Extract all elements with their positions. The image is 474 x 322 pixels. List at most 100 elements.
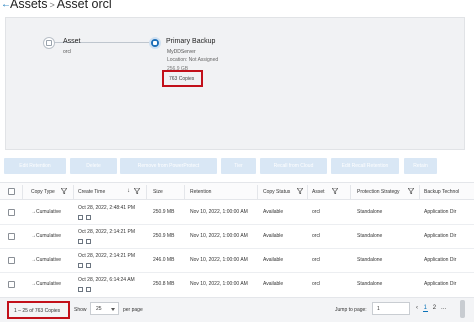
copies-table: Copy Type Create Time ↓ Size Retention C… [0,180,474,296]
column-header-create-time[interactable]: Create Time [78,189,105,195]
row-checkbox[interactable] [8,233,15,240]
per-page-select[interactable]: 25 [90,302,119,315]
size-cell: 246.0 MB [153,257,175,263]
column-header-retention[interactable]: Retention [190,189,211,195]
copies-count-highlight: 763 Copies [162,70,203,87]
jump-to-page-label: Jump to page: [335,307,367,313]
row-checkbox[interactable] [8,281,15,288]
table-row[interactable]: →Cumulative Oct 28, 2022, 6:14:24 AM 250… [0,273,474,296]
strategy-cell: Standalone [357,257,383,263]
result-count: 1 – 25 of 763 Copies [14,308,61,314]
filter-icon[interactable] [408,188,414,194]
previous-page-icon[interactable]: ‹ [416,305,418,311]
table-row[interactable]: →Cumulative Oct 28, 2022, 2:14:21 PM 250… [0,225,474,249]
breadcrumb-parent-link[interactable]: Assets [10,0,48,11]
row-tags [78,287,94,293]
edit-retention-button[interactable]: Edit Retention [4,158,66,174]
show-label: Show [74,307,87,313]
page-link[interactable]: 2 [433,305,436,311]
technology-cell: Application Dir [424,281,457,287]
asset-cell: orcl [312,209,321,215]
row-tags [78,215,94,221]
strategy-cell: Standalone [357,209,383,215]
column-header-copy-type[interactable]: Copy Type [31,189,55,195]
breadcrumb: Assets > Asset orcl [10,0,112,12]
asset-cell: orcl [312,257,321,263]
strategy-cell: Standalone [357,281,383,287]
size-cell: 250.8 MB [153,281,175,287]
chevron-down-icon [111,308,115,311]
pagination-footer: 1 – 25 of 763 Copies Show 25 per page Ju… [0,297,474,322]
size-cell: 250.9 MB [153,233,175,239]
status-cell: Available [263,209,284,215]
per-page-value: 25 [96,306,102,312]
row-checkbox[interactable] [8,209,15,216]
filter-icon[interactable] [134,188,140,194]
remove-from-powerprotect-button[interactable]: Remove from PowerProtect [120,158,217,174]
primary-backup-title: Primary Backup [166,38,216,45]
page-ellipsis: … [440,305,447,311]
tier-button[interactable]: Tier [221,158,256,174]
page-link-current[interactable]: 1 [422,305,429,312]
jump-to-page-input[interactable]: 1 [372,302,410,315]
copy-type-cell: →Cumulative [31,257,62,263]
sort-desc-icon[interactable]: ↓ [127,188,130,194]
strategy-cell: Standalone [357,233,383,239]
technology-cell: Application Dir [424,209,457,215]
copy-type-cell: →Cumulative [31,281,62,287]
status-cell: Available [263,233,284,239]
asset-node-title: Asset [63,38,81,45]
create-time-cell: Oct 28, 2022, 2:14:21 PM [78,229,135,235]
primary-backup-copies[interactable]: 763 Copies [169,76,194,82]
primary-backup-location: Location: Not Assigned [167,57,219,63]
copies-count-footer-highlight: 1 – 25 of 763 Copies [7,301,70,319]
primary-backup-server: MyDDServer [167,49,196,55]
copy-type-cell: →Cumulative [31,233,62,239]
status-cell: Available [263,257,284,263]
filter-icon[interactable] [332,188,338,194]
table-header: Copy Type Create Time ↓ Size Retention C… [0,182,474,200]
delete-button[interactable]: Delete [70,158,117,174]
row-checkbox[interactable] [8,257,15,264]
column-header-copy-status[interactable]: Copy Status [263,189,290,195]
create-time-cell: Oct 28, 2022, 2:48:41 PM [78,205,135,211]
retention-cell: Nov 10, 2022, 1:00:00 AM [190,281,248,287]
recall-from-cloud-button[interactable]: Recall from Cloud [260,158,327,174]
lock-icon [78,239,83,244]
filter-icon[interactable] [297,188,303,194]
technology-cell: Application Dir [424,257,457,263]
retain-button[interactable]: Retain [404,158,437,174]
column-header-asset[interactable]: Asset [312,189,325,195]
tag-icon [86,287,91,292]
column-header-backup-technology[interactable]: Backup Technol [424,189,459,195]
asset-cell: orcl [312,233,321,239]
tag-icon [86,239,91,244]
tag-icon [86,215,91,220]
page-navigation: ‹ 1 2 … [416,305,450,312]
retention-cell: Nov 10, 2022, 1:00:00 AM [190,209,248,215]
table-row[interactable]: →Cumulative Oct 28, 2022, 2:48:41 PM 250… [0,201,474,225]
per-page-label: per page [123,307,143,313]
copy-type-cell: →Cumulative [31,209,62,215]
lock-icon [78,263,83,268]
table-row[interactable]: →Cumulative Oct 28, 2022, 2:14:21 PM 246… [0,249,474,273]
select-all-checkbox[interactable] [8,188,15,195]
header-bar: ← Assets > Asset orcl [0,0,474,14]
create-time-cell: Oct 28, 2022, 2:14:21 PM [78,253,135,259]
page-title: Asset orcl [56,0,112,11]
asset-node-icon[interactable] [43,37,55,49]
retention-cell: Nov 10, 2022, 1:00:00 AM [190,233,248,239]
primary-backup-node-icon[interactable] [149,37,161,49]
lock-icon [78,287,83,292]
row-tags [78,239,94,245]
filter-icon[interactable] [61,188,67,194]
size-cell: 250.9 MB [153,209,175,215]
column-header-protection-strategy[interactable]: Protection Strategy [357,189,400,195]
create-time-cell: Oct 28, 2022, 6:14:24 AM [78,277,135,283]
column-header-size[interactable]: Size [153,189,163,195]
status-cell: Available [263,281,284,287]
edit-recall-retention-button[interactable]: Edit Recall Retention [331,158,399,174]
horizontal-scrollbar[interactable] [460,300,465,318]
copy-topology-canvas: Asset orcl Primary Backup MyDDServer Loc… [5,17,465,150]
retention-cell: Nov 10, 2022, 1:00:00 AM [190,257,248,263]
